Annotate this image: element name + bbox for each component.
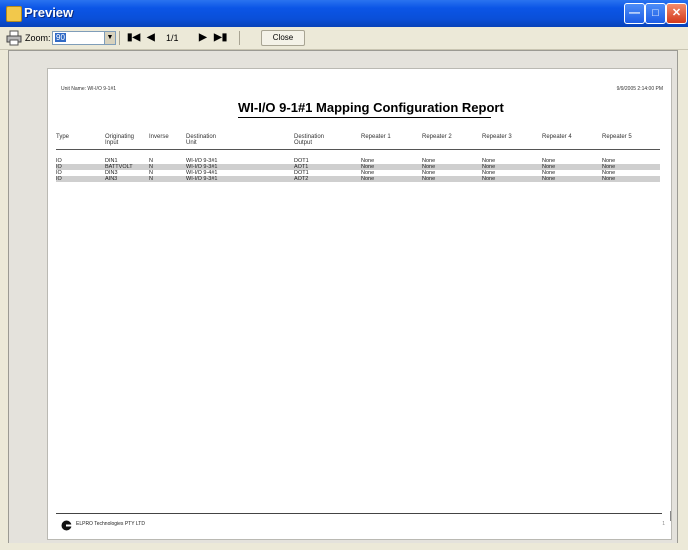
close-button[interactable]: Close xyxy=(261,30,305,46)
zoom-value: 90 xyxy=(55,33,66,42)
report-page: Unit Name: WI-I/O 9-1#1 9/9/2005 2:14:00… xyxy=(47,68,672,540)
unit-name: Unit Name: WI-I/O 9-1#1 xyxy=(61,86,117,92)
header-divider xyxy=(56,149,660,150)
prev-page-icon[interactable]: ◀ xyxy=(147,30,155,46)
column-header-repeater-3: Repeater 3 xyxy=(482,134,512,140)
last-page-icon[interactable]: ▶▮ xyxy=(214,30,227,46)
column-header-repeater-4: Repeater 4 xyxy=(542,134,572,140)
maximize-button[interactable]: □ xyxy=(645,3,666,24)
preview-area[interactable]: Unit Name: WI-I/O 9-1#1 9/9/2005 2:14:00… xyxy=(8,50,678,545)
column-header-destination-output: Destination Output xyxy=(294,134,325,146)
column-header-destination-unit: Destination Unit xyxy=(186,134,217,146)
next-page-icon[interactable]: ▶ xyxy=(199,30,207,46)
cell-repeater-1: None xyxy=(361,176,375,182)
footer-page-number: 1 xyxy=(662,521,665,527)
toolbar-separator xyxy=(239,31,240,45)
column-header-repeater-2: Repeater 2 xyxy=(422,134,452,140)
zoom-select[interactable]: 90 xyxy=(52,31,108,45)
cell-destination-unit: WI-I/O 9-3#1 xyxy=(186,176,218,182)
cell-repeater-5: None xyxy=(602,176,616,182)
minimize-button[interactable]: — xyxy=(624,3,645,24)
footer-divider xyxy=(56,513,662,514)
title-bar[interactable]: Preview — □ ✕ xyxy=(0,0,688,27)
first-page-icon[interactable]: ▮◀ xyxy=(127,30,140,46)
column-header-type: Type xyxy=(56,134,70,140)
column-header-repeater-1: Repeater 1 xyxy=(361,134,391,140)
cell-originating-input: AIN3 xyxy=(105,176,118,182)
preview-window-icon xyxy=(6,6,22,22)
cell-type: IO xyxy=(56,176,62,182)
close-window-button[interactable]: ✕ xyxy=(666,3,687,24)
cell-repeater-3: None xyxy=(482,176,496,182)
cell-inverse: N xyxy=(149,176,153,182)
elpro-logo xyxy=(61,518,72,531)
cell-destination-output: AOT2 xyxy=(294,176,309,182)
column-header-originating-input: Originating Input xyxy=(105,134,135,146)
title-underline xyxy=(238,117,491,118)
printer-icon[interactable] xyxy=(6,30,22,46)
preview-window: Preview — □ ✕ Zoom: 90 ▼ ▮◀ ◀ 1/1 ▶ ▶▮ C… xyxy=(0,0,688,550)
cell-repeater-2: None xyxy=(422,176,436,182)
date-stamp: 9/9/2005 2:14:00 PM xyxy=(616,86,663,92)
chevron-down-icon[interactable]: ▼ xyxy=(104,31,116,45)
toolbar: Zoom: 90 ▼ ▮◀ ◀ 1/1 ▶ ▶▮ Close xyxy=(0,27,688,50)
window-title: Preview xyxy=(24,5,74,20)
report-title: WI-I/O 9-1#1 Mapping Configuration Repor… xyxy=(238,100,504,115)
column-header-repeater-5: Repeater 5 xyxy=(602,134,632,140)
column-header-inverse: Inverse xyxy=(149,134,169,140)
zoom-label: Zoom: xyxy=(25,33,51,43)
footer-marker xyxy=(670,511,671,521)
footer-company: ELPRO Technologies PTY LTD xyxy=(76,521,145,527)
status-strip xyxy=(0,543,688,550)
page-indicator: 1/1 xyxy=(166,33,179,43)
cell-repeater-4: None xyxy=(542,176,556,182)
toolbar-separator xyxy=(119,31,120,45)
table-row: IO AIN3 N WI-I/O 9-3#1 AOT2 None None No… xyxy=(56,176,660,182)
